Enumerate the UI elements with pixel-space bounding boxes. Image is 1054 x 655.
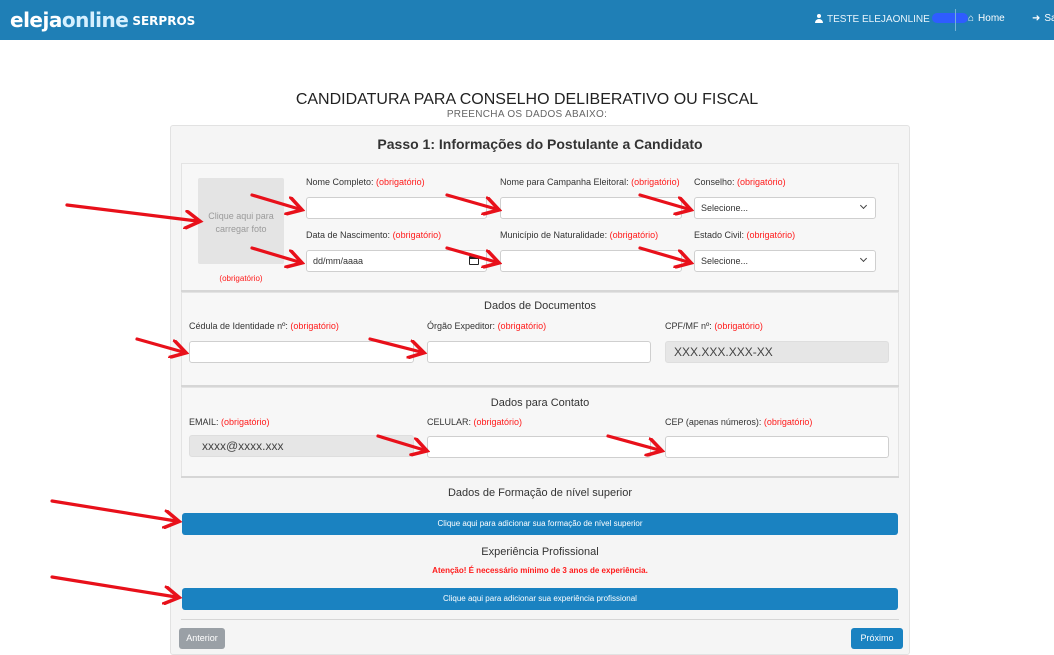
civil-status-select-value: Selecione...: [701, 256, 749, 266]
full-name-label: Nome Completo: (obrigatório): [306, 177, 425, 187]
calendar-icon[interactable]: [469, 256, 479, 265]
page-title: CANDIDATURA PARA CONSELHO DELIBERATIVO O…: [295, 91, 759, 108]
cpf-label: CPF/MF nº: (obrigatório): [665, 321, 763, 331]
next-button[interactable]: Próximo: [851, 628, 903, 649]
issuer-input[interactable]: [427, 341, 651, 363]
annotation-arrow: [50, 499, 176, 521]
email-value: xxxx@xxxx.xxx: [202, 439, 284, 453]
label-text: CPF/MF nº:: [665, 321, 712, 331]
label-text: Município de Naturalidade:: [500, 230, 608, 240]
civil-status-select[interactable]: Selecione...: [694, 250, 876, 272]
logout-link[interactable]: ➜ Sa: [1032, 13, 1054, 24]
phone-input[interactable]: [427, 436, 651, 458]
civil-status-label: Estado Civil: (obrigatório): [694, 230, 795, 240]
page: elejaonline SERPROS TESTE ELEJAONLINE ⌂ Ho…: [0, 0, 1054, 655]
photo-upload[interactable]: Clique aqui para carregar foto: [198, 178, 284, 264]
page-subtitle: PREENCHA OS DADOS ABAIXO:: [446, 109, 608, 120]
user-menu[interactable]: TESTE ELEJAONLINE: [815, 13, 968, 25]
required-text: (obrigatório): [473, 417, 523, 427]
experience-warning: Atenção! É necessário mínimo de 3 anos d…: [432, 566, 648, 575]
required-text: (obrigatório): [497, 321, 547, 331]
birth-date-label: Data de Nascimento: (obrigatório): [306, 230, 441, 240]
logo-text-a: eleja: [10, 8, 62, 32]
id-card-label: Cédula de Identidade nº: (obrigatório): [189, 321, 339, 331]
required-text: (obrigatório): [376, 177, 425, 187]
user-icon: [815, 14, 823, 23]
phone-label: CELULAR: (obrigatório): [427, 417, 522, 427]
cep-label: CEP (apenas números): (obrigatório): [665, 417, 812, 427]
home-icon: ⌂: [968, 13, 975, 24]
label-text: EMAIL:: [189, 417, 219, 427]
annotation-arrow: [50, 575, 176, 597]
council-select[interactable]: Selecione...: [694, 197, 876, 219]
issuer-label: Órgão Expeditor: (obrigatório): [427, 321, 546, 331]
label-text: Estado Civil:: [694, 230, 745, 240]
birth-city-input[interactable]: [500, 250, 682, 272]
education-title: Dados de Formação de nível superior: [447, 487, 633, 499]
label-text: Data de Nascimento:: [306, 230, 391, 240]
logout-label: Sa: [1044, 13, 1054, 24]
cpf-input: XXX.XXX.XXX-XX: [665, 341, 889, 363]
required-text: (obrigatório): [763, 417, 813, 427]
required-text: (obrigatório): [737, 177, 786, 187]
section-divider: [181, 476, 899, 478]
birth-city-label: Município de Naturalidade: (obrigatório): [500, 230, 658, 240]
label-text: Cédula de Identidade nº:: [189, 321, 288, 331]
chevron-down-icon: [859, 201, 868, 210]
required-text: (obrigatório): [746, 230, 796, 240]
email-label: EMAIL: (obrigatório): [189, 417, 270, 427]
label-text: Conselho:: [694, 177, 735, 187]
label-text: Órgão Expeditor:: [427, 321, 496, 331]
top-navbar: elejaonline SERPROS TESTE ELEJAONLINE ⌂ Ho…: [0, 0, 1054, 40]
cpf-value: XXX.XXX.XXX-XX: [674, 345, 773, 359]
required-text: (obrigatório): [609, 230, 659, 240]
header-divider: [955, 9, 956, 31]
home-link[interactable]: ⌂ Home: [968, 13, 1005, 24]
label-text: CELULAR:: [427, 417, 472, 427]
label-text: CEP (apenas números):: [665, 417, 762, 427]
birth-date-placeholder: dd/mm/aaaa: [313, 256, 364, 266]
chevron-down-icon: [859, 254, 868, 263]
photo-upload-label: Clique aqui para carregar foto: [208, 211, 274, 234]
add-experience-button[interactable]: Clique aqui para adicionar sua experiênc…: [182, 588, 898, 610]
sign-out-icon: ➜: [1032, 13, 1041, 24]
logo-subtitle: SERPROS: [132, 14, 196, 28]
documents-title: Dados de Documentos: [484, 300, 596, 312]
user-name: TESTE ELEJAONLINE: [827, 14, 930, 25]
required-text: (obrigatório): [714, 321, 763, 331]
birth-date-input[interactable]: dd/mm/aaaa: [306, 250, 487, 272]
council-select-value: Selecione...: [701, 203, 749, 213]
label-text: Nome Completo:: [306, 177, 374, 187]
email-input: xxxx@xxxx.xxx: [189, 435, 414, 457]
add-education-button[interactable]: Clique aqui para adicionar sua formação …: [182, 513, 898, 535]
section-divider: [181, 619, 899, 620]
logo-text-b: online: [61, 8, 129, 32]
experience-title: Experiência Profissional: [481, 546, 599, 558]
redacted-mark: [931, 13, 968, 23]
cep-input[interactable]: [665, 436, 889, 458]
step-title: Passo 1: Informações do Postulante a Can…: [377, 136, 703, 152]
id-card-input[interactable]: [189, 341, 414, 363]
previous-button[interactable]: Anterior: [179, 628, 225, 649]
required-text: (obrigatório): [631, 177, 680, 187]
photo-required: (obrigatório): [219, 274, 263, 283]
contact-title: Dados para Contato: [490, 397, 590, 409]
home-label: Home: [978, 13, 1005, 24]
council-label: Conselho: (obrigatório): [694, 177, 786, 187]
logo[interactable]: elejaonline SERPROS: [10, 8, 195, 32]
campaign-name-label: Nome para Campanha Eleitoral: (obrigatór…: [500, 177, 680, 187]
required-text: (obrigatório): [392, 230, 442, 240]
required-text: (obrigatório): [290, 321, 339, 331]
full-name-input[interactable]: [306, 197, 487, 219]
campaign-name-input[interactable]: [500, 197, 682, 219]
label-text: Nome para Campanha Eleitoral:: [500, 177, 629, 187]
required-text: (obrigatório): [221, 417, 270, 427]
